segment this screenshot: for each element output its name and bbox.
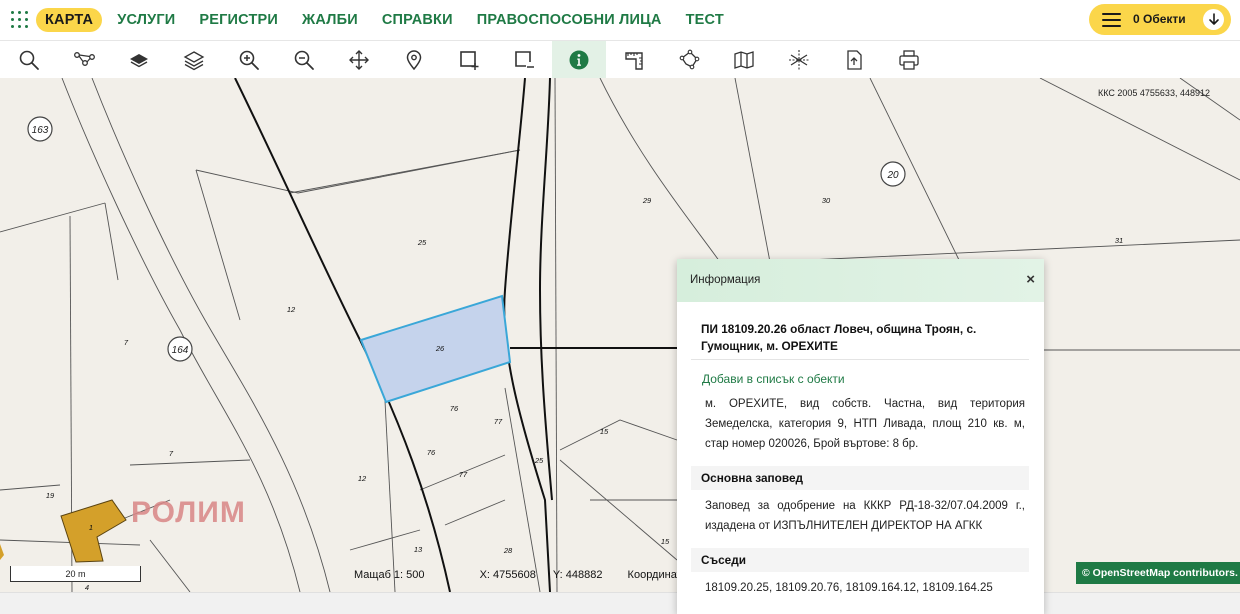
parcel-label: 77: [494, 417, 503, 426]
parcel-label: 4: [85, 583, 89, 592]
parcel-label: 77: [459, 470, 468, 479]
print-icon: [899, 50, 919, 70]
osm-attribution[interactable]: © OpenStreetMap contributors.: [1076, 562, 1240, 584]
circle-label: 164: [172, 345, 189, 356]
parcel-label: 76: [427, 448, 436, 457]
watermark: РОЛИМ: [131, 496, 246, 529]
scale-bar: 20 m: [10, 566, 141, 582]
info-panel-body: ПИ 18109.20.26 област Ловеч, община Троя…: [691, 317, 1029, 598]
info-panel: Информация × ПИ 18109.20.26 област Ловеч…: [677, 259, 1044, 614]
parcel-label: 1: [89, 523, 93, 532]
y-readout: Y: 448882: [552, 569, 603, 581]
hamburger-icon: [1102, 13, 1121, 27]
scale-readout: Мащаб 1: 500: [354, 569, 425, 581]
route-tool[interactable]: [57, 41, 111, 79]
measure-icon: [625, 52, 643, 70]
circle-label: 20: [886, 170, 899, 181]
parcel-label: 76: [450, 404, 459, 413]
print-tool[interactable]: [882, 41, 936, 79]
polygon-tool[interactable]: [662, 41, 716, 79]
parcel-label: 12: [358, 474, 367, 483]
parcel-label: 25: [417, 238, 427, 247]
layers-stack-icon: [183, 51, 205, 71]
nav-item-zhalbi[interactable]: ЖАЛБИ: [302, 8, 358, 32]
zoom-out-icon: [294, 50, 314, 70]
measure-tool[interactable]: [607, 41, 661, 79]
order-heading: Основна заповед: [691, 466, 1029, 490]
parcel-label: 30: [822, 196, 831, 205]
parcel-label: 7: [124, 338, 129, 347]
nav-item-registri[interactable]: РЕГИСТРИ: [199, 8, 278, 32]
map-tool[interactable]: [717, 41, 771, 79]
add-to-objects-link[interactable]: Добави в списък с обекти: [702, 372, 1029, 386]
apps-grid-icon[interactable]: [11, 11, 31, 31]
info-panel-header: Информация ×: [677, 259, 1044, 302]
marker-tool[interactable]: [387, 41, 441, 79]
building[interactable]: [60, 499, 127, 563]
nav-item-uslugi[interactable]: УСЛУГИ: [117, 8, 175, 32]
select-rect-icon: [460, 51, 479, 70]
bottom-bar: [0, 592, 1240, 614]
coords-readout: Координат: [627, 569, 682, 581]
route-icon: [74, 52, 95, 66]
map-status-line: Мащаб 1: 500 X: 4755608 Y: 448882 Коорди…: [354, 569, 688, 581]
zoom-out-tool[interactable]: [277, 41, 331, 79]
parcel-description: м. ОРЕХИТЕ, вид собств. Частна, вид тери…: [705, 398, 1025, 450]
pan-icon: [349, 50, 369, 70]
nav-item-test[interactable]: ТЕСТ: [686, 8, 724, 32]
parcel-label: 19: [46, 491, 55, 500]
parcel-label: 15: [661, 537, 670, 546]
cadastral-map[interactable]: 163 164 20 25 29 30 31 12 7 26 76 77 76 …: [0, 78, 1240, 592]
pan-tool[interactable]: [332, 41, 386, 79]
parcel-label: 31: [1115, 236, 1123, 245]
nav-item-spravki[interactable]: СПРАВКИ: [382, 8, 453, 32]
crs-readout: ККС 2005 4755633, 448912: [1098, 88, 1210, 98]
zoom-in-tool[interactable]: [222, 41, 276, 79]
nav-item-karta[interactable]: КАРТА: [36, 8, 103, 32]
layers-tool[interactable]: [112, 41, 166, 79]
map-icon: [734, 51, 754, 69]
polygon-icon: [679, 49, 700, 70]
select-rect-minus-icon: [515, 51, 534, 68]
info-icon: [569, 50, 589, 70]
export-icon: [847, 50, 862, 70]
marker-icon: [406, 50, 422, 71]
top-navigation: КАРТА УСЛУГИ РЕГИСТРИ ЖАЛБИ СПРАВКИ ПРАВ…: [0, 0, 1240, 40]
parcel-label: 7: [169, 449, 174, 458]
parcel-label: 26: [435, 344, 445, 353]
cross-section-tool[interactable]: [772, 41, 826, 79]
nav-item-pravosposobni-lica[interactable]: ПРАВОСПОСОБНИ ЛИЦА: [477, 8, 662, 32]
search-icon: [19, 50, 39, 70]
parcel-label: 12: [287, 305, 296, 314]
nav-menu: КАРТА УСЛУГИ РЕГИСТРИ ЖАЛБИ СПРАВКИ ПРАВ…: [36, 8, 748, 32]
circle-label: 163: [32, 125, 49, 136]
parcel-title: ПИ 18109.20.26 област Ловеч, община Троя…: [691, 317, 1029, 360]
parcel-label: 15: [600, 427, 609, 436]
export-tool[interactable]: [827, 41, 881, 79]
parcel-label: 29: [642, 196, 652, 205]
x-readout: X: 4755608: [479, 569, 536, 581]
close-icon[interactable]: ×: [1026, 271, 1035, 288]
download-arrow-icon[interactable]: [1203, 9, 1224, 30]
parcel-label: 13: [414, 545, 423, 554]
neighbors-heading: Съседи: [691, 548, 1029, 572]
layers-stack-tool[interactable]: [167, 41, 221, 79]
objects-button[interactable]: 0 Обекти: [1089, 4, 1231, 35]
info-panel-title: Информация: [690, 274, 761, 286]
parcel-label: 25: [534, 456, 544, 465]
select-rect-minus-tool[interactable]: [497, 41, 551, 79]
cross-section-icon: [789, 50, 809, 70]
map-toolbar: [0, 40, 1240, 79]
zoom-in-icon: [239, 50, 259, 70]
neighbors-text: 18109.20.25, 18109.20.76, 18109.164.12, …: [705, 582, 993, 594]
select-rect-tool[interactable]: [442, 41, 496, 79]
parcel-label: 28: [503, 546, 513, 555]
order-text: Заповед за одобрение на КККР РД-18-32/07…: [705, 500, 1025, 532]
search-tool[interactable]: [2, 41, 56, 79]
info-tool[interactable]: [552, 41, 606, 79]
layers-icon: [130, 54, 148, 68]
objects-count-label: 0 Обекти: [1133, 12, 1186, 26]
